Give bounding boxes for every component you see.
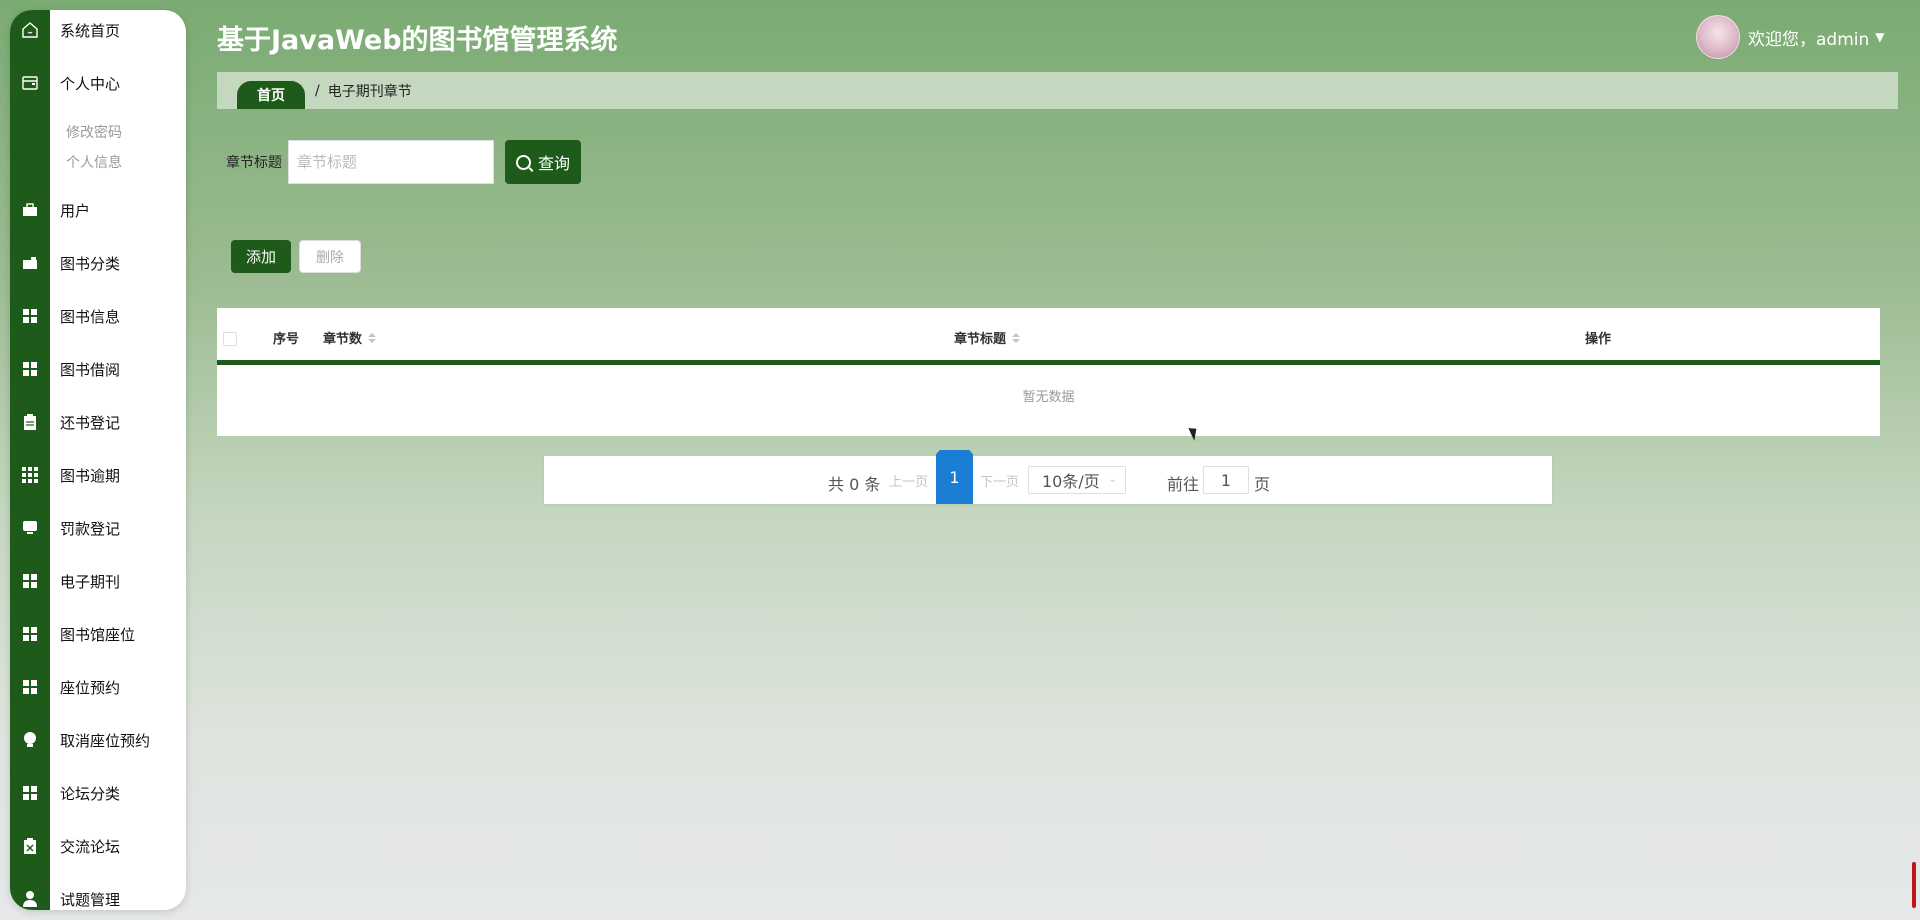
- column-header-label: 操作: [1585, 332, 1612, 347]
- sidebar-item-exam-management[interactable]: 试题管理: [10, 879, 186, 910]
- page-size-value: 10条/页: [1042, 472, 1100, 491]
- goto-label: 前往: [1167, 475, 1200, 494]
- breadcrumb-separator: /: [315, 82, 320, 99]
- sidebar-item-label: 论坛分类: [60, 784, 121, 803]
- grid-icon: [10, 455, 50, 495]
- grid-icon: [10, 561, 50, 601]
- sidebar-item-users[interactable]: 用户: [10, 190, 186, 230]
- chevron-down-icon: ⌄: [1108, 474, 1117, 485]
- sidebar-item-label: 试题管理: [60, 890, 121, 909]
- add-button[interactable]: 添加: [231, 240, 291, 273]
- sidebar-subitem-change-password[interactable]: 修改密码: [66, 122, 122, 142]
- app-title: 基于JavaWeb的图书馆管理系统: [217, 25, 618, 56]
- search-icon: [515, 154, 531, 170]
- goto-page-input[interactable]: [1203, 466, 1249, 494]
- pagination: 共 0 条 上一页 1 下一页 10条/页 ⌄ 前往 页: [544, 450, 1552, 504]
- briefcase-icon: [10, 190, 50, 230]
- clipboard-icon: [10, 402, 50, 442]
- column-header-label: 章节标题: [954, 332, 1007, 347]
- sidebar-item-forum[interactable]: 交流论坛: [10, 826, 186, 866]
- grid-icon: [10, 667, 50, 707]
- page-number-current[interactable]: 1: [936, 450, 973, 504]
- sidebar-item-label: 系统首页: [60, 21, 121, 40]
- sidebar-item-label: 用户: [60, 201, 91, 220]
- sidebar-item-forum-category[interactable]: 论坛分类: [10, 773, 186, 813]
- column-header-chapter-title[interactable]: 章节标题: [954, 328, 1021, 347]
- bulb-icon: [10, 720, 50, 760]
- welcome-text: 欢迎您，admin: [1748, 29, 1870, 50]
- prev-page-button[interactable]: 上一页: [889, 471, 928, 490]
- table-header: 序号 章节数 章节标题 操作: [217, 308, 1880, 360]
- column-header-actions: 操作: [1585, 328, 1611, 347]
- sidebar-item-label: 图书借阅: [60, 360, 121, 379]
- grid-icon: [10, 614, 50, 654]
- caret-down-icon: ▼: [1875, 30, 1885, 44]
- sidebar-item-home[interactable]: 系统首页: [10, 10, 186, 50]
- sidebar-item-label: 图书逾期: [60, 466, 121, 485]
- sidebar-item-profile[interactable]: 个人中心: [10, 63, 186, 103]
- sidebar-item-label: 图书分类: [60, 254, 121, 273]
- sidebar-item-label: 罚款登记: [60, 519, 121, 538]
- wallet-icon: [10, 63, 50, 103]
- page-size-select[interactable]: 10条/页 ⌄: [1028, 466, 1126, 494]
- sidebar-item-label: 交流论坛: [60, 837, 121, 856]
- search-input[interactable]: [288, 140, 494, 184]
- breadcrumb-home[interactable]: 首页: [237, 81, 305, 109]
- breadcrumb-current: 电子期刊章节: [327, 83, 412, 100]
- select-all-checkbox[interactable]: [223, 332, 237, 346]
- grid-icon: [10, 349, 50, 389]
- column-header-chapter-count[interactable]: 章节数: [323, 328, 377, 347]
- sidebar-subitem-personal-info[interactable]: 个人信息: [66, 152, 122, 172]
- sidebar-item-e-journal[interactable]: 电子期刊: [10, 561, 186, 601]
- wallet-icon: [10, 243, 50, 283]
- page-unit-label: 页: [1254, 475, 1271, 494]
- column-header-label: 序号: [273, 332, 300, 347]
- clipboard-icon: [10, 826, 50, 866]
- search-button-label: 查询: [537, 154, 570, 173]
- sidebar-item-fine-register[interactable]: 罚款登记: [10, 508, 186, 548]
- empty-text: 暂无数据: [1022, 390, 1075, 405]
- next-page-button[interactable]: 下一页: [980, 471, 1019, 490]
- monitor-icon: [10, 508, 50, 548]
- sidebar-item-label: 还书登记: [60, 413, 121, 432]
- breadcrumb: 首页 / 电子期刊章节: [217, 72, 1898, 109]
- sort-icon[interactable]: [1012, 332, 1021, 343]
- sidebar-item-book-return[interactable]: 还书登记: [10, 402, 186, 442]
- data-table: 序号 章节数 章节标题 操作 暂无数据: [217, 308, 1880, 436]
- sidebar-item-label: 图书馆座位: [60, 625, 136, 644]
- sidebar-item-book-borrow[interactable]: 图书借阅: [10, 349, 186, 389]
- sidebar-item-book-info[interactable]: 图书信息: [10, 296, 186, 336]
- sort-icon[interactable]: [368, 332, 377, 343]
- search-label: 章节标题: [226, 155, 282, 171]
- sidebar-item-cancel-reservation[interactable]: 取消座位预约: [10, 720, 186, 760]
- delete-button[interactable]: 删除: [299, 240, 361, 273]
- scroll-indicator: [1912, 862, 1916, 908]
- sidebar: 系统首页 个人中心 修改密码 个人信息 用户 图书分类 图书信息 图书借阅 还书…: [10, 10, 186, 910]
- grid-icon: [10, 773, 50, 813]
- sidebar-item-label: 取消座位预约: [60, 731, 151, 750]
- avatar: [1696, 15, 1740, 59]
- table-header-divider: [217, 360, 1880, 365]
- sidebar-item-seat-reservation[interactable]: 座位预约: [10, 667, 186, 707]
- search-button[interactable]: 查询: [505, 140, 581, 184]
- sidebar-item-label: 座位预约: [60, 678, 121, 697]
- grid-icon: [10, 296, 50, 336]
- column-header-label: 章节数: [323, 332, 363, 347]
- sidebar-item-library-seats[interactable]: 图书馆座位: [10, 614, 186, 654]
- sidebar-item-label: 图书信息: [60, 307, 121, 326]
- user-icon: [10, 879, 50, 910]
- sidebar-item-book-category[interactable]: 图书分类: [10, 243, 186, 283]
- sidebar-item-label: 电子期刊: [60, 572, 121, 591]
- sidebar-item-book-overdue[interactable]: 图书逾期: [10, 455, 186, 495]
- home-icon: [10, 10, 50, 50]
- sidebar-item-label: 个人中心: [60, 74, 121, 93]
- column-header-index: 序号: [273, 328, 299, 347]
- pagination-total: 共 0 条: [828, 475, 881, 494]
- user-menu[interactable]: 欢迎您，admin ▼: [1696, 14, 1885, 60]
